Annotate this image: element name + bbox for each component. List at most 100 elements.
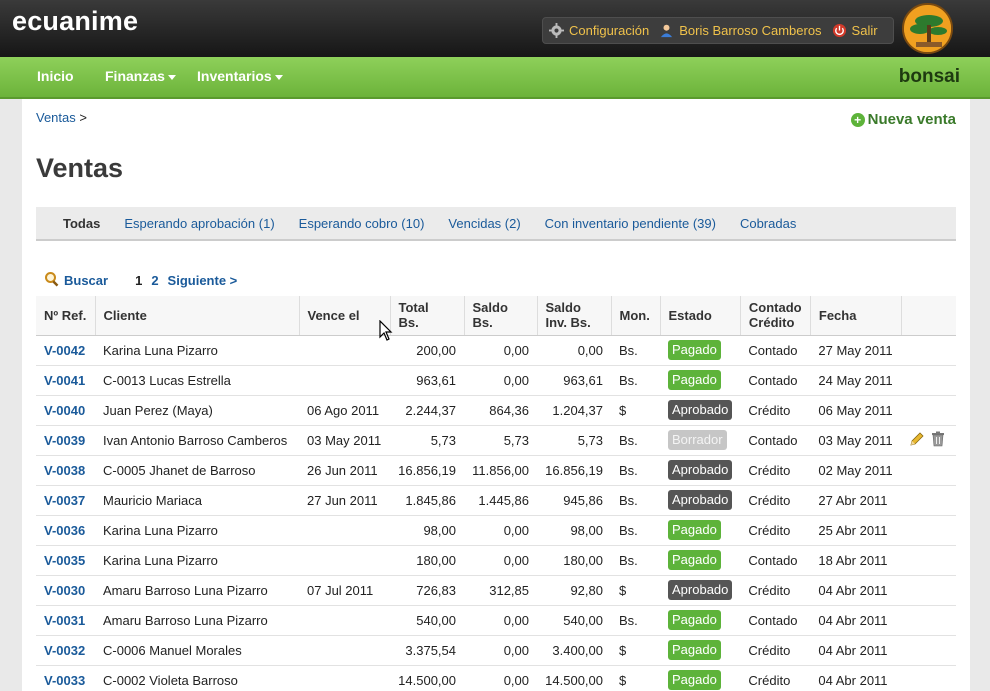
cell-vence	[299, 665, 390, 691]
table-row[interactable]: V-0033 C-0002 Violeta Barroso 14.500,00 0,0…	[36, 665, 956, 691]
page-1[interactable]: 1	[135, 273, 142, 288]
cell-saldo-inv: 92,80	[537, 575, 611, 606]
nav-inventarios[interactable]: Inventarios	[197, 68, 283, 84]
user-link[interactable]: Boris Barroso Camberos	[659, 23, 822, 38]
sale-ref-link[interactable]: V-0038	[36, 455, 95, 486]
cell-saldo-inv: 1.204,37	[537, 395, 611, 426]
page-title: Ventas	[36, 153, 124, 183]
cell-total: 180,00	[390, 545, 464, 576]
col-total[interactable]: Total Bs.	[390, 296, 465, 336]
new-sale-button[interactable]: + Nueva venta	[850, 111, 956, 128]
gear-icon	[549, 23, 564, 38]
logout-link[interactable]: Salir	[832, 23, 878, 38]
col-fecha[interactable]: Fecha	[810, 296, 902, 336]
cell-actions	[901, 635, 956, 666]
tab-inventario-pendiente[interactable]: Con inventario pendiente (39)	[545, 216, 716, 231]
sale-ref-link[interactable]: V-0036	[36, 515, 95, 546]
table-row[interactable]: V-0036 Karina Luna Pizarro 98,00 0,00 98,00 B…	[36, 515, 956, 546]
cell-cliente: Juan Perez (Maya)	[95, 395, 299, 426]
sale-ref-link[interactable]: V-0041	[36, 365, 95, 396]
cell-fecha: 24 May 2011	[810, 365, 902, 396]
tab-vencidas[interactable]: Vencidas (2)	[448, 216, 520, 231]
cell-moneda: Bs.	[611, 335, 660, 366]
nav-inventarios-label: Inventarios	[197, 68, 272, 84]
tab-cobradas[interactable]: Cobradas	[740, 216, 796, 231]
cell-vence	[299, 365, 390, 396]
cell-actions	[901, 395, 956, 426]
table-row[interactable]: V-0031 Amaru Barroso Luna Pizarro 540,00 0,…	[36, 605, 956, 636]
cell-saldo: 11.856,00	[464, 455, 537, 486]
tab-esperando-cobro[interactable]: Esperando cobro (10)	[299, 216, 425, 231]
cell-estado: Pagado	[660, 365, 741, 396]
cell-cliente: C-0002 Violeta Barroso	[95, 665, 299, 691]
cell-tipo: Crédito	[740, 635, 811, 666]
cell-saldo-inv: 3.400,00	[537, 635, 611, 666]
table-row[interactable]: V-0040 Juan Perez (Maya) 06 Ago 2011 2.244,…	[36, 395, 956, 426]
breadcrumb-ventas[interactable]: Ventas	[36, 110, 76, 125]
cell-cliente: C-0005 Jhanet de Barroso	[95, 455, 299, 486]
col-vence[interactable]: Vence el	[299, 296, 391, 336]
sale-ref-link[interactable]: V-0042	[36, 335, 95, 366]
cell-estado: Aprobado	[660, 485, 741, 516]
col-moneda[interactable]: Mon.	[611, 296, 661, 336]
table-row[interactable]: V-0042 Karina Luna Pizarro 200,00 0,00 0,00 B…	[36, 335, 956, 366]
sale-ref-link[interactable]: V-0040	[36, 395, 95, 426]
sale-ref-link[interactable]: V-0032	[36, 635, 95, 666]
pencil-icon[interactable]	[909, 431, 925, 450]
status-badge: Aprobado	[668, 580, 733, 600]
table-row[interactable]: V-0041 C-0013 Lucas Estrella 963,61 0,00 963…	[36, 365, 956, 396]
cell-total: 963,61	[390, 365, 464, 396]
cell-moneda: Bs.	[611, 605, 660, 636]
nav-finanzas[interactable]: Finanzas	[105, 68, 176, 84]
cell-actions	[901, 605, 956, 636]
search-button[interactable]: Buscar	[44, 271, 108, 290]
col-cliente[interactable]: Cliente	[95, 296, 300, 336]
cell-tipo: Contado	[740, 605, 811, 636]
table-row[interactable]: V-0032 C-0006 Manuel Morales 3.375,54 0,00 3…	[36, 635, 956, 666]
cell-tipo: Crédito	[740, 515, 811, 546]
table-row[interactable]: V-0038 C-0005 Jhanet de Barroso 26 Jun 201…	[36, 455, 956, 486]
cell-tipo: Crédito	[740, 665, 811, 691]
col-contado-credito[interactable]: Contado Crédito	[740, 296, 811, 336]
cell-fecha: 06 May 2011	[810, 395, 902, 426]
cell-moneda: Bs.	[611, 545, 660, 576]
cell-fecha: 18 Abr 2011	[810, 545, 902, 576]
next-page-link[interactable]: Siguiente >	[168, 273, 238, 288]
col-ref[interactable]: Nº Ref.	[36, 296, 96, 336]
col-saldo[interactable]: Saldo Bs.	[464, 296, 538, 336]
config-link[interactable]: Configuración	[549, 23, 649, 38]
cell-actions	[901, 335, 956, 366]
cell-total: 540,00	[390, 605, 464, 636]
cell-actions	[901, 365, 956, 396]
col-saldo-inv[interactable]: Saldo Inv. Bs.	[537, 296, 612, 336]
sale-ref-link[interactable]: V-0037	[36, 485, 95, 516]
sale-ref-link[interactable]: V-0033	[36, 665, 95, 691]
main-content: Ventas > + Nueva venta Ventas Todas Espe…	[22, 99, 970, 691]
config-label: Configuración	[569, 23, 650, 38]
status-badge: Aprobado	[668, 460, 733, 480]
app-brand[interactable]: ecuanime	[12, 6, 138, 37]
mouse-cursor-icon	[379, 319, 393, 345]
table-row[interactable]: V-0030 Amaru Barroso Luna Pizarro 07 Jul 2…	[36, 575, 956, 606]
cell-estado: Pagado	[660, 635, 741, 666]
sale-ref-link[interactable]: V-0030	[36, 575, 95, 606]
sale-ref-link[interactable]: V-0031	[36, 605, 95, 636]
tab-esperando-aprobacion[interactable]: Esperando aprobación (1)	[124, 216, 274, 231]
cell-saldo-inv: 945,86	[537, 485, 611, 516]
col-estado[interactable]: Estado	[660, 296, 741, 336]
nav-inicio[interactable]: Inicio	[37, 68, 74, 84]
table-row[interactable]: V-0037 Mauricio Mariaca 27 Jun 2011 1.845,8…	[36, 485, 956, 516]
cell-cliente: C-0013 Lucas Estrella	[95, 365, 299, 396]
cell-actions	[901, 545, 956, 576]
cell-cliente: Amaru Barroso Luna Pizarro	[95, 605, 299, 636]
trash-icon[interactable]	[931, 431, 945, 450]
sale-ref-link[interactable]: V-0039	[36, 425, 95, 456]
new-sale-label: Nueva venta	[867, 111, 956, 128]
cell-actions	[901, 665, 956, 691]
table-row[interactable]: V-0039 Ivan Antonio Barroso Camberos 03 Ma…	[36, 425, 956, 456]
page-2[interactable]: 2	[151, 273, 158, 288]
cell-moneda: $	[611, 575, 660, 606]
table-row[interactable]: V-0035 Karina Luna Pizarro 180,00 0,00 180,0…	[36, 545, 956, 576]
tab-todas[interactable]: Todas	[63, 216, 100, 231]
sale-ref-link[interactable]: V-0035	[36, 545, 95, 576]
